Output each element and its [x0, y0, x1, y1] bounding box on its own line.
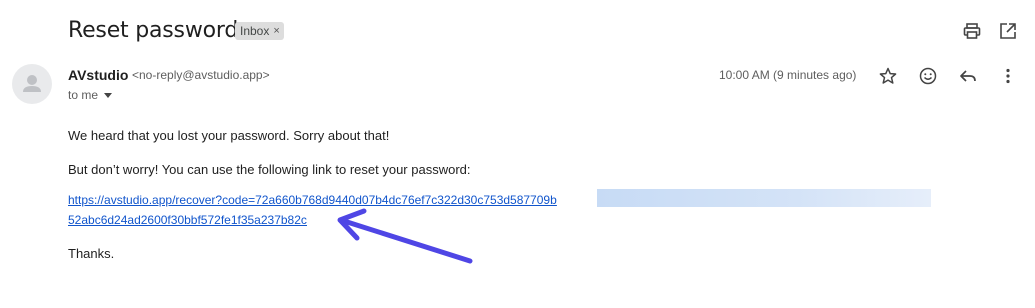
annotation-arrow-icon — [337, 208, 473, 264]
body-paragraph-1: We heard that you lost your password. So… — [68, 128, 390, 143]
body-paragraph-2: But don’t worry! You can use the followi… — [68, 162, 471, 177]
label-text: Inbox — [240, 24, 270, 38]
remove-label-icon[interactable]: × — [273, 22, 279, 40]
recipient-label: to me — [68, 88, 99, 102]
chevron-down-icon — [104, 93, 113, 98]
open-in-new-window-icon[interactable] — [998, 21, 1018, 41]
sender-name[interactable]: AVstudio — [68, 67, 128, 83]
sender-email: <no-reply@avstudio.app> — [132, 68, 270, 82]
email-subject: Reset password — [68, 18, 239, 43]
reset-password-link[interactable]: https://avstudio.app/recover?code=72a660… — [68, 193, 557, 230]
emoji-react-icon[interactable] — [918, 66, 938, 86]
reset-link-line-2: 52abc6d24ad2600f30bbf572fe1f35a237b82c — [68, 213, 307, 227]
email-view: Reset password Inbox × AVstudio <no-repl… — [0, 0, 1035, 308]
recipient-details-toggle[interactable]: to me — [68, 88, 113, 102]
default-person-icon — [23, 75, 41, 92]
inbox-label-chip[interactable]: Inbox × — [235, 22, 284, 40]
text-selection-highlight — [597, 189, 931, 207]
reply-icon[interactable] — [958, 66, 978, 86]
sender-avatar[interactable] — [12, 64, 52, 104]
body-closing: Thanks. — [68, 246, 115, 261]
email-timestamp: 10:00 AM (9 minutes ago) — [719, 68, 857, 82]
reset-link-line-1: https://avstudio.app/recover?code=72a660… — [68, 193, 557, 207]
more-vertical-icon[interactable] — [998, 66, 1018, 86]
star-icon[interactable] — [878, 66, 898, 86]
print-icon[interactable] — [962, 21, 982, 41]
